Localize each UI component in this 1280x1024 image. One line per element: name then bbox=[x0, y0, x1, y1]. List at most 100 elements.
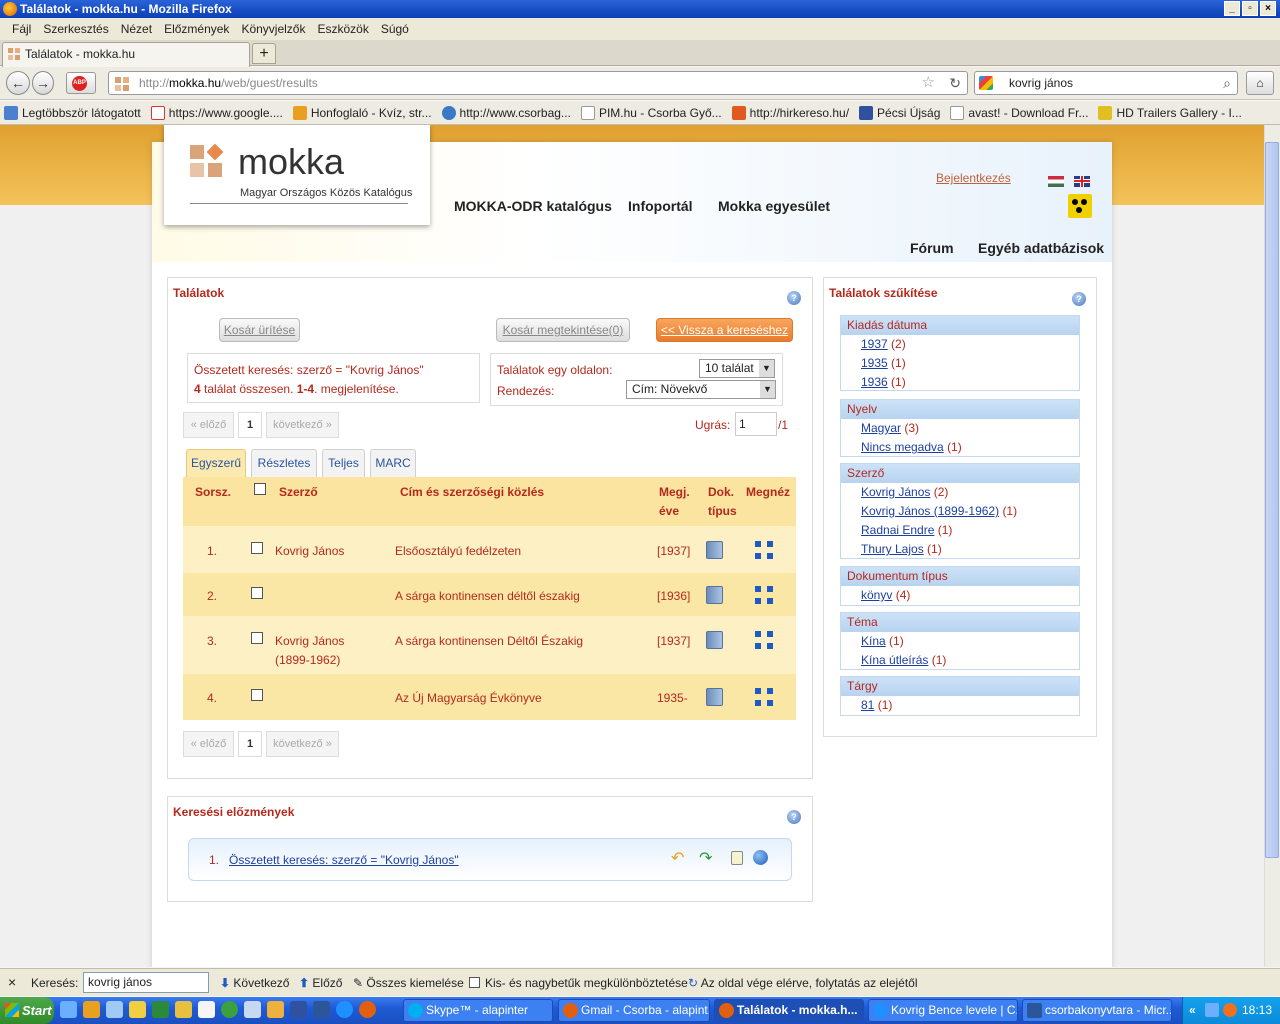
home-icon[interactable]: ⌂ bbox=[1246, 71, 1274, 95]
prev-page-button[interactable]: « előző bbox=[183, 731, 234, 757]
app-icon[interactable] bbox=[221, 1001, 238, 1018]
menu-file[interactable]: Fájl bbox=[6, 22, 37, 36]
accessibility-icon[interactable] bbox=[1068, 194, 1092, 218]
find-next-button[interactable]: ⬇ Következő bbox=[220, 976, 289, 990]
back-to-search-button[interactable]: << Vissza a kereséshez bbox=[656, 318, 793, 342]
jump-input[interactable]: 1 bbox=[735, 412, 777, 436]
empty-cart-button[interactable]: Kosár ürítése bbox=[219, 318, 300, 342]
bookmark-item[interactable]: http://hirkereso.hu/ bbox=[731, 105, 849, 120]
result-title-link[interactable]: Az Új Magyarság Évkönyve bbox=[395, 691, 542, 705]
scrollbar-thumb[interactable] bbox=[1265, 142, 1279, 858]
help-icon[interactable]: ? bbox=[1072, 292, 1086, 306]
view-icon[interactable] bbox=[755, 586, 773, 604]
reload-icon[interactable]: ↻ bbox=[949, 72, 961, 94]
login-link[interactable]: Bejelentkezés bbox=[936, 171, 1011, 185]
taskbar-item-mokka[interactable]: Találatok - mokka.h... bbox=[714, 999, 864, 1022]
excel-icon[interactable] bbox=[152, 1001, 169, 1018]
site-logo[interactable]: mokka Magyar Országos Közös Katalógus bbox=[164, 125, 430, 225]
browser-tab[interactable]: Találatok - mokka.hu bbox=[2, 42, 250, 67]
facet-item[interactable]: Kína útleírás (1) bbox=[841, 651, 1079, 670]
redo-icon[interactable]: ↷ bbox=[699, 848, 712, 868]
bookmark-item[interactable]: HD Trailers Gallery - I... bbox=[1098, 105, 1242, 120]
ie-icon[interactable] bbox=[336, 1001, 353, 1018]
firefox-icon[interactable] bbox=[359, 1001, 376, 1018]
taskbar-item-gmail[interactable]: Gmail - Csorba - alapint... bbox=[558, 999, 710, 1022]
tab-marc[interactable]: MARC bbox=[370, 449, 416, 477]
english-flag-icon[interactable] bbox=[1074, 176, 1090, 187]
help-icon[interactable]: ? bbox=[787, 810, 801, 824]
ie-icon[interactable] bbox=[60, 1001, 77, 1018]
view-cart-button[interactable]: Kosár megtekintése(0) bbox=[496, 318, 630, 342]
row-checkbox[interactable] bbox=[251, 542, 263, 554]
globe-icon[interactable] bbox=[753, 850, 768, 865]
menu-edit[interactable]: Szerkesztés bbox=[37, 22, 114, 36]
next-page-button[interactable]: következő » bbox=[266, 731, 339, 757]
url-bar[interactable]: http://mokka.hu/web/guest/results ☆ ↻ bbox=[108, 71, 968, 95]
bookmark-item[interactable]: http://www.csorbag... bbox=[441, 105, 571, 120]
taskbar-item-letter[interactable]: Kovrig Bence levele | C... bbox=[868, 999, 1018, 1022]
search-bar[interactable]: kovrig jános ⌕ bbox=[974, 71, 1238, 95]
bookmark-star-icon[interactable]: ☆ bbox=[922, 72, 935, 94]
taskbar-item-word[interactable]: csorbakonyvtara - Micr... bbox=[1022, 999, 1172, 1022]
avast-icon[interactable] bbox=[1223, 1003, 1237, 1017]
sort-select[interactable]: Cím: Növekvő ▼ bbox=[626, 380, 776, 399]
view-icon[interactable] bbox=[755, 631, 773, 649]
new-tab-button[interactable]: + bbox=[252, 43, 276, 64]
find-input[interactable]: kovrig jános bbox=[83, 972, 209, 993]
back-arrow-icon[interactable]: ← bbox=[6, 71, 30, 95]
row-checkbox[interactable] bbox=[251, 689, 263, 701]
facet-item[interactable]: 1936 (1) bbox=[841, 373, 1079, 392]
facet-item[interactable]: Thury Lajos (1) bbox=[841, 540, 1079, 559]
bookmark-item[interactable]: PIM.hu - Csorba Győ... bbox=[580, 105, 722, 120]
minimize-button[interactable]: _ bbox=[1224, 1, 1240, 16]
facet-item[interactable]: 1935 (1) bbox=[841, 354, 1079, 373]
row-checkbox[interactable] bbox=[251, 587, 263, 599]
help-icon[interactable]: ? bbox=[787, 291, 801, 305]
page-number-button[interactable]: 1 bbox=[238, 731, 262, 757]
forward-arrow-icon[interactable]: → bbox=[32, 71, 54, 95]
result-title-link[interactable]: A sárga kontinensen Déltől Északig bbox=[395, 634, 583, 648]
app-icon[interactable] bbox=[106, 1001, 123, 1018]
chevron-left-icon[interactable]: « bbox=[1189, 997, 1196, 1024]
result-title-link[interactable]: A sárga kontinensen déltől északig bbox=[395, 589, 580, 603]
facet-item[interactable]: Kovrig János (2) bbox=[841, 483, 1079, 502]
menu-view[interactable]: Nézet bbox=[115, 22, 158, 36]
menu-help[interactable]: Súgó bbox=[375, 22, 415, 36]
undo-icon[interactable]: ↶ bbox=[671, 848, 684, 868]
adblock-button[interactable]: ABP bbox=[66, 72, 96, 94]
bookmark-item[interactable]: Pécsi Újság bbox=[859, 105, 940, 120]
pencil-icon[interactable] bbox=[129, 1001, 146, 1018]
facet-item[interactable]: Kovrig János (1899-1962) (1) bbox=[841, 502, 1079, 521]
facet-item[interactable]: 1937 (2) bbox=[841, 335, 1079, 354]
app-icon[interactable] bbox=[244, 1001, 261, 1018]
nav-mokka-odr[interactable]: MOKKA-ODR katalógus bbox=[454, 198, 612, 214]
facet-item[interactable]: könyv (4) bbox=[841, 586, 1079, 605]
chrome-icon[interactable] bbox=[83, 1001, 100, 1018]
page-number-button[interactable]: 1 bbox=[238, 412, 262, 438]
menu-tools[interactable]: Eszközök bbox=[311, 22, 374, 36]
per-page-select[interactable]: 10 találat ▼ bbox=[699, 359, 775, 378]
app-icon[interactable] bbox=[175, 1001, 192, 1018]
nav-infoportal[interactable]: Infoportál bbox=[628, 198, 693, 214]
network-icon[interactable] bbox=[1205, 1003, 1219, 1017]
word-icon[interactable] bbox=[313, 1001, 330, 1018]
row-checkbox[interactable] bbox=[251, 632, 263, 644]
maximize-button[interactable]: ▫ bbox=[1242, 1, 1258, 16]
view-icon[interactable] bbox=[755, 688, 773, 706]
tab-simple[interactable]: Egyszerű bbox=[186, 449, 246, 477]
save-icon[interactable] bbox=[290, 1001, 307, 1018]
history-query-link[interactable]: Összetett keresés: szerző = "Kovrig Jáno… bbox=[229, 853, 459, 867]
nav-forum[interactable]: Fórum bbox=[910, 240, 954, 256]
bookmark-item[interactable]: https://www.google.... bbox=[150, 105, 283, 120]
facet-item[interactable]: Nincs megadva (1) bbox=[841, 438, 1079, 457]
select-all-checkbox[interactable] bbox=[254, 483, 266, 495]
view-icon[interactable] bbox=[755, 541, 773, 559]
nav-other-databases[interactable]: Egyéb adatbázisok bbox=[978, 240, 1104, 256]
facet-item[interactable]: Magyar (3) bbox=[841, 419, 1079, 438]
facet-item[interactable]: 81 (1) bbox=[841, 696, 1079, 715]
rss-icon[interactable] bbox=[731, 851, 743, 865]
close-button[interactable]: × bbox=[1260, 1, 1276, 16]
menu-bookmarks[interactable]: Könyvjelzők bbox=[235, 22, 311, 36]
nav-mokka-egyesulet[interactable]: Mokka egyesület bbox=[718, 198, 830, 214]
highlight-all-button[interactable]: ✎ Összes kiemelése bbox=[353, 976, 464, 990]
